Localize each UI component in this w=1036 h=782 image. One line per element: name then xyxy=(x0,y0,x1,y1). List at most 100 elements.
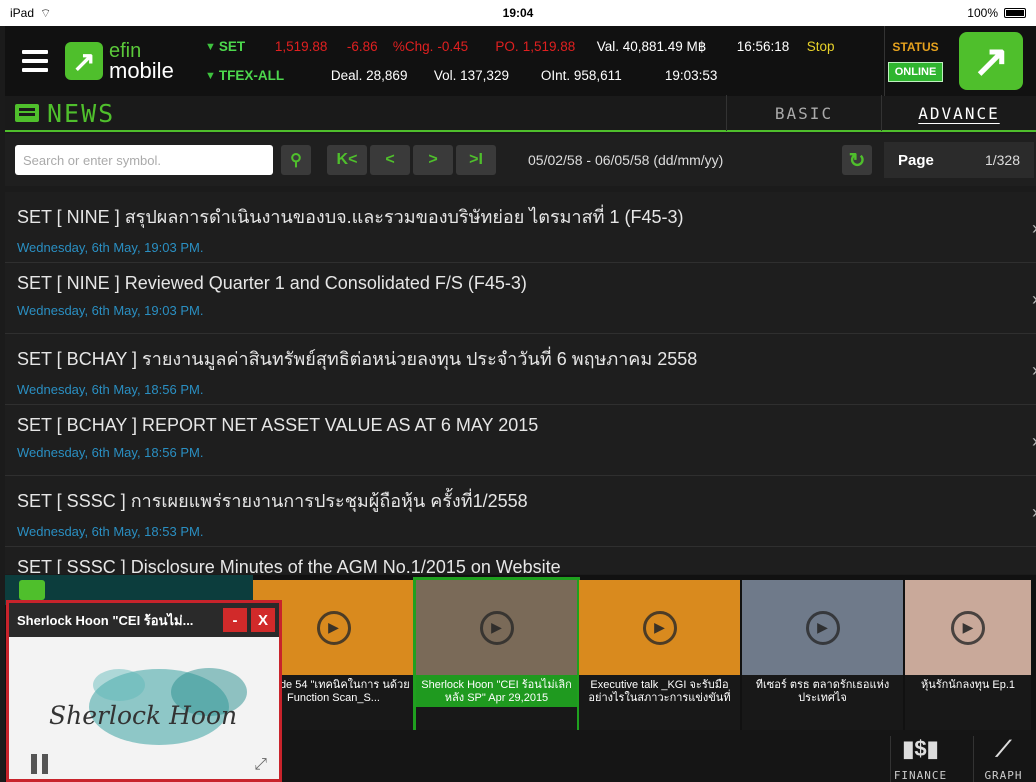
logo-mobile-text: mobile xyxy=(109,58,174,83)
efin-arrow-icon: ↗ xyxy=(959,32,1023,90)
news-list: SET [ NINE ] สรุปผลการดำเนินงานของบจ.และ… xyxy=(5,192,1036,574)
date-range[interactable]: 05/02/58 - 06/05/58 (dd/mm/yy) xyxy=(528,152,842,168)
close-button[interactable]: X xyxy=(251,608,275,632)
set-label: SET xyxy=(218,39,246,55)
hamburger-menu-button[interactable] xyxy=(5,26,65,96)
chevron-right-icon: › xyxy=(1032,218,1036,239)
pause-button[interactable] xyxy=(31,754,48,774)
tfex-vol: Vol. 137,329 xyxy=(433,68,509,84)
news-item-title: SET [ SSSC ] การเผยแพร่รายงานการประชุมผู… xyxy=(17,491,528,511)
chevron-right-icon: › xyxy=(1032,289,1036,310)
tfex-time: 19:03:53 xyxy=(664,68,718,84)
market-state: Stop xyxy=(806,39,835,55)
brand-button[interactable]: ↗ xyxy=(946,26,1036,96)
news-item[interactable]: SET [ BCHAY ] REPORT NET ASSET VALUE AS … xyxy=(5,405,1036,476)
video-thumbnail[interactable]: ▶ Executive talk _KGI จะรับมือ อย่างไรใน… xyxy=(579,580,740,730)
play-icon: ▶ xyxy=(316,610,351,645)
news-item-date: Wednesday, 6th May, 18:53 PM. xyxy=(17,524,204,539)
chevron-right-icon: › xyxy=(1032,431,1036,452)
refresh-button[interactable]: ↻ xyxy=(842,145,872,175)
news-item-date: Wednesday, 6th May, 18:56 PM. xyxy=(17,445,204,460)
play-icon: ▶ xyxy=(642,610,677,645)
newspaper-icon xyxy=(15,104,39,122)
set-value: Val. 40,881.49 M฿ xyxy=(596,38,707,54)
set-time: 16:56:18 xyxy=(736,39,790,55)
efin-logo: ↗ efin mobile xyxy=(65,26,205,96)
connection-status: STATUS ONLINE xyxy=(884,26,946,96)
play-icon: ▶ xyxy=(479,610,514,645)
search-input[interactable] xyxy=(15,145,273,175)
news-item[interactable]: SET [ BCHAY ] รายงานมูลค่าสินทรัพย์สุทธิ… xyxy=(5,334,1036,405)
pagination-nav: K< < > >I xyxy=(327,145,496,175)
play-icon: ▶ xyxy=(951,610,985,645)
video-caption: Executive talk _KGI จะรับมือ อย่างไรในสภ… xyxy=(588,679,731,707)
channel-logo-icon xyxy=(19,580,45,600)
play-icon: ▶ xyxy=(805,610,840,645)
video-caption: หุ้นรักนักลงทุน Ep.1 xyxy=(920,679,1016,691)
expand-icon[interactable]: ⤢ xyxy=(254,756,267,774)
battery-percent: 100% xyxy=(967,6,998,20)
battery-icon xyxy=(1004,8,1026,18)
set-ticker-row: ▼ SET 1,519.88 -6.86 %Chg. -0.45 PO. 1,5… xyxy=(205,39,884,55)
video-caption: ทีเซอร์ ตรธ ตลาดรักเธอแห่ง ประเทศไจ xyxy=(755,679,890,704)
news-item-title: SET [ NINE ] Reviewed Quarter 1 and Cons… xyxy=(17,273,527,293)
page-indicator: Page 1/328 xyxy=(884,142,1034,178)
chevron-right-icon: › xyxy=(1032,573,1036,574)
player-title: Sherlock Hoon "CEI ร้อนไม่... xyxy=(17,612,194,628)
first-page-button[interactable]: K< xyxy=(327,145,367,175)
finance-button[interactable]: ▮$▮ FINANCE xyxy=(890,736,950,782)
search-button[interactable]: ⚲ xyxy=(281,145,311,175)
status-label: STATUS xyxy=(892,40,939,54)
player-video[interactable]: Sherlock Hoon ⤢ xyxy=(9,637,279,782)
wifi-icon: ⌔ xyxy=(40,5,52,20)
video-thumbnail[interactable]: ▶ หุ้นรักนักลงทุน Ep.1 xyxy=(905,580,1031,730)
page-value: 1/328 xyxy=(984,152,1020,168)
video-thumbnail[interactable]: ▶ Sherlock Hoon "CEI ร้อนไม่เลิก หลัง SP… xyxy=(413,577,580,733)
news-item-title: SET [ BCHAY ] REPORT NET ASSET VALUE AS … xyxy=(17,415,539,435)
finance-icon: ▮$▮ xyxy=(902,736,939,761)
tfex-label: TFEX-ALL xyxy=(218,68,285,84)
prev-page-button[interactable]: < xyxy=(370,145,410,175)
next-page-button[interactable]: > xyxy=(413,145,453,175)
set-pchg: -0.45 xyxy=(437,39,469,55)
finance-label: FINANCE xyxy=(893,769,948,782)
video-image: ▶ xyxy=(579,580,740,675)
down-triangle-icon: ▼ xyxy=(205,40,216,53)
online-badge: ONLINE xyxy=(887,62,944,82)
news-item-date: Wednesday, 6th May, 19:03 PM. xyxy=(17,303,204,318)
news-item-title: SET [ BCHAY ] รายงานมูลค่าสินทรัพย์สุทธิ… xyxy=(17,349,698,369)
set-pchg-label: %Chg. xyxy=(392,39,434,55)
video-thumbnails: ▶ r Trade 54 "เทคนิคในการ นด้วย Function… xyxy=(253,577,1031,733)
graph-icon: ⟋ xyxy=(995,736,1012,761)
news-item-title: SET [ SSSC ] Disclosure Minutes of the A… xyxy=(17,557,561,574)
news-item[interactable]: SET [ NINE ] Reviewed Quarter 1 and Cons… xyxy=(5,263,1036,334)
news-title: NEWS xyxy=(47,98,116,128)
set-index: 1,519.88 xyxy=(274,39,328,55)
tab-basic[interactable]: BASIC xyxy=(726,95,881,131)
news-item-date: Wednesday, 6th May, 18:56 PM. xyxy=(17,382,204,397)
set-po: 1,519.88 xyxy=(522,39,576,55)
news-item[interactable]: SET [ SSSC ] Disclosure Minutes of the A… xyxy=(5,547,1036,574)
tab-advance[interactable]: ADVANCE xyxy=(881,95,1036,131)
news-item-date: Wednesday, 6th May, 19:03 PM. xyxy=(17,240,204,255)
video-caption: Sherlock Hoon "CEI ร้อนไม่เลิก หลัง SP" … xyxy=(416,675,577,707)
chevron-right-icon: › xyxy=(1032,502,1036,523)
tfex-ticker-row: ▼ TFEX-ALL Deal. 28,869 Vol. 137,329 OIn… xyxy=(205,68,884,83)
tfex-deal: Deal. 28,869 xyxy=(330,68,408,84)
graph-button[interactable]: ⟋ GRAPH xyxy=(973,736,1033,782)
graph-label: GRAPH xyxy=(984,769,1023,782)
mini-video-player[interactable]: Sherlock Hoon "CEI ร้อนไม่... - X Sherlo… xyxy=(6,600,282,782)
last-page-button[interactable]: >I xyxy=(456,145,496,175)
video-thumbnail[interactable]: ▶ ทีเซอร์ ตรธ ตลาดรักเธอแห่ง ประเทศไจ xyxy=(742,580,903,730)
news-header: NEWS BASIC ADVANCE xyxy=(5,95,1036,132)
device-label: iPad xyxy=(10,6,35,20)
news-item[interactable]: SET [ SSSC ] การเผยแพร่รายงานการประชุมผู… xyxy=(5,476,1036,547)
video-image: ▶ xyxy=(742,580,903,675)
chevron-right-icon: › xyxy=(1032,360,1036,381)
search-icon: ⚲ xyxy=(290,152,302,169)
refresh-icon: ↻ xyxy=(848,149,866,172)
player-header: Sherlock Hoon "CEI ร้อนไม่... - X xyxy=(9,603,279,637)
news-item[interactable]: SET [ NINE ] สรุปผลการดำเนินงานของบจ.และ… xyxy=(5,192,1036,263)
page-label: Page xyxy=(898,151,934,169)
minimize-button[interactable]: - xyxy=(223,608,247,632)
